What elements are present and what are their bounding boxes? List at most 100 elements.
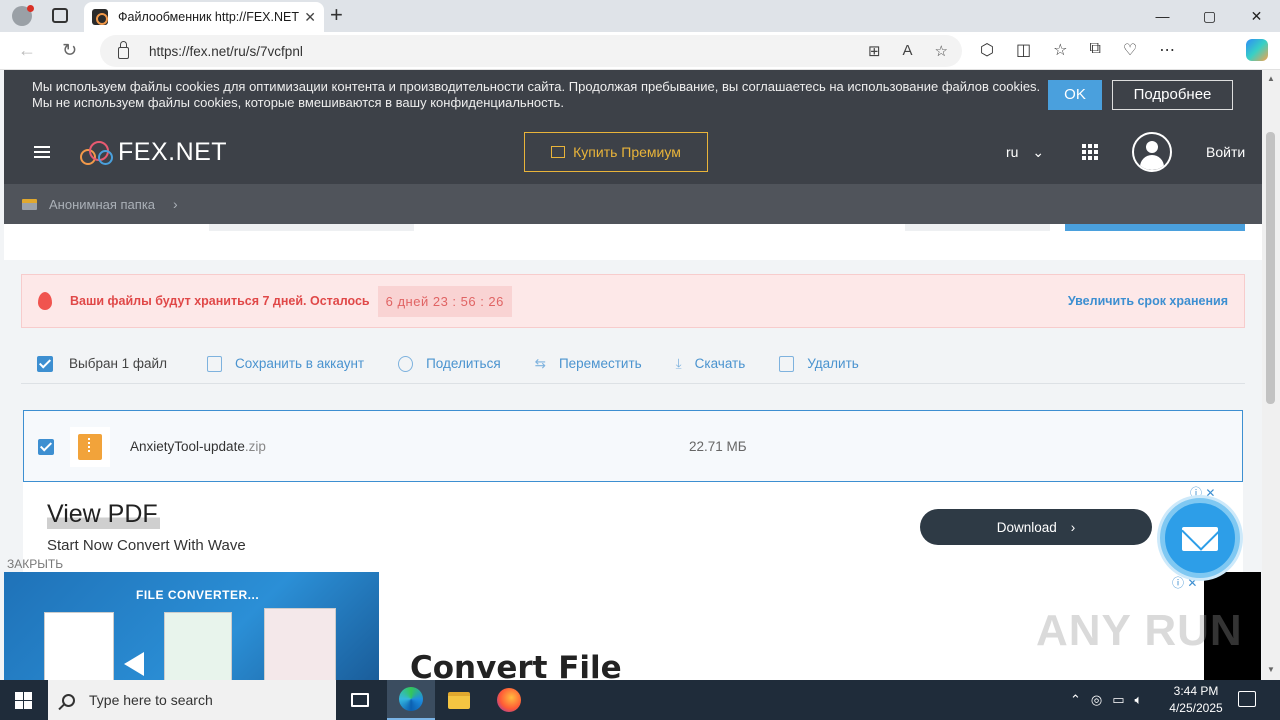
back-arrow-icon[interactable]: ← (18, 40, 36, 61)
apps-grid-icon[interactable] (1082, 144, 1098, 160)
breadcrumb-folder[interactable]: Анонимная папка (49, 197, 155, 212)
user-avatar-icon[interactable] (1132, 132, 1172, 172)
premium-label: Купить Премиум (573, 144, 681, 160)
zip-file-icon (70, 427, 110, 467)
collections-icon[interactable]: ⧉ (1089, 40, 1100, 60)
storage-warning-text: Ваши файлы будут храниться 7 дней. Остал… (70, 294, 370, 308)
file-row[interactable]: AnxietyTool-update.zip 22.71 МБ (23, 410, 1243, 482)
chevron-right-icon: › (173, 196, 178, 212)
search-placeholder: Type here to search (89, 692, 213, 708)
buy-premium-button[interactable]: Купить Премиум (524, 132, 708, 172)
share-button[interactable]: Поделиться (398, 355, 501, 372)
new-tab-button[interactable]: + (330, 4, 343, 26)
save-to-account-button[interactable]: Сохранить в аккаунт (206, 355, 365, 372)
gift-icon (551, 146, 566, 158)
read-aloud-icon[interactable]: A (903, 42, 913, 60)
address-bar[interactable]: https://fex.net/ru/s/7vcfpnl ⊞ A ☆ (100, 35, 962, 67)
app-available-icon[interactable]: ⊞ (868, 42, 881, 60)
close-window-button[interactable]: ✕ (1233, 0, 1280, 32)
minimize-button[interactable]: — (1139, 0, 1186, 32)
scroll-up-icon[interactable]: ▲ (1267, 74, 1275, 83)
volume-icon[interactable]: 🔈︎ (1135, 692, 1143, 708)
file-explorer-icon (448, 691, 470, 709)
file-actions-bar: Выбран 1 файл Сохранить в аккаунт Подели… (21, 344, 1245, 384)
refresh-icon[interactable]: ↻ (62, 40, 77, 61)
ad-banner-text: FILE CONVERTER... (136, 588, 260, 602)
delete-button[interactable]: Удалить (779, 355, 859, 372)
toolbar-strip (4, 224, 1262, 260)
favorites-icon[interactable]: ☆ (1053, 40, 1067, 60)
mail-envelope-icon[interactable] (1160, 498, 1240, 578)
language-select[interactable]: ru ⌄ (1006, 144, 1044, 161)
cookie-more-button[interactable]: Подробнее (1112, 80, 1233, 110)
ad-close-link[interactable]: ЗАКРЫТЬ (7, 557, 63, 571)
delete-label: Удалить (807, 356, 859, 371)
move-button[interactable]: ⇆ Переместить (535, 356, 642, 372)
edge-icon (399, 687, 423, 711)
windows-taskbar: Type here to search ⌃ ◎ ▭ 🔈︎ 3:44 PM 4/2… (0, 680, 1280, 720)
scrollbar-thumb[interactable] (1266, 132, 1275, 404)
move-arrows-icon: ⇆ (534, 355, 546, 371)
clock-date: 4/25/2025 (1169, 701, 1223, 715)
site-logo[interactable]: FEX.NET (80, 138, 227, 167)
security-icon[interactable]: ◎ (1091, 692, 1102, 708)
ad-headline[interactable]: View PDF (47, 500, 160, 529)
menu-icon[interactable] (34, 146, 50, 158)
split-screen-icon[interactable]: ◫ (1016, 40, 1031, 60)
language-value: ru (1006, 144, 1019, 160)
window-controls: — ▢ ✕ (1139, 0, 1280, 32)
lock-icon[interactable] (118, 41, 129, 59)
ad-banner-pdf[interactable]: View PDF Start Now Convert With Wave Dow… (23, 482, 1243, 572)
cookie-banner: Мы используем файлы cookies для оптимиза… (4, 70, 1262, 120)
more-menu-icon[interactable]: ⋯ (1159, 40, 1175, 60)
taskbar-explorer[interactable] (435, 680, 483, 720)
browser-tab-active[interactable]: Файлообменник http://FEX.NET ✕ (84, 2, 324, 32)
taskbar-edge[interactable] (387, 680, 435, 720)
taskbar-search[interactable]: Type here to search (48, 680, 336, 720)
ad-subline[interactable]: Start Now Convert With Wave (47, 537, 246, 554)
download-button[interactable]: ⤓ Скачать (676, 356, 746, 372)
system-tray: ⌃ ◎ ▭ 🔈︎ (1070, 680, 1142, 720)
copilot-icon[interactable] (1246, 39, 1268, 61)
trash-icon (779, 355, 795, 372)
browser-essentials-icon[interactable]: ♡ (1123, 40, 1137, 60)
clock-time: 3:44 PM (1173, 684, 1219, 698)
share-icon (398, 355, 414, 372)
download-icon: ⤓ (675, 355, 682, 371)
download-label: Скачать (694, 356, 746, 371)
anyrun-watermark: ANY RUN (1036, 606, 1243, 655)
maximize-button[interactable]: ▢ (1186, 0, 1233, 32)
windows-start-icon[interactable] (15, 692, 32, 709)
chevron-down-icon: ⌄ (1032, 144, 1045, 160)
file-size: 22.71 МБ (689, 439, 747, 454)
notifications-icon[interactable] (1238, 691, 1256, 707)
move-label: Переместить (558, 356, 642, 371)
favorite-star-icon[interactable]: ☆ (935, 42, 948, 60)
url-text[interactable]: https://fex.net/ru/s/7vcfpnl (149, 44, 303, 59)
browser-tab-bar: Файлообменник http://FEX.NET ✕ + — ▢ ✕ (0, 0, 1280, 32)
login-link[interactable]: Войти (1206, 144, 1245, 160)
ad-image[interactable]: FILE CONVERTER... (4, 572, 379, 680)
network-icon[interactable]: ▭ (1112, 692, 1124, 708)
file-name[interactable]: AnxietyTool-update.zip (130, 439, 266, 454)
task-view-icon (351, 693, 369, 707)
extensions-icon[interactable]: ⬡ (980, 40, 994, 60)
select-all-checkbox[interactable] (37, 355, 53, 372)
scroll-down-icon[interactable]: ▼ (1267, 665, 1275, 674)
file-extension: .zip (244, 439, 266, 454)
extend-storage-link[interactable]: Увеличить срок хранения (1068, 294, 1228, 308)
ad-download-button[interactable]: Download › (920, 509, 1152, 545)
save-label: Сохранить в аккаунт (234, 356, 365, 371)
profile-icon[interactable] (12, 5, 34, 26)
file-checkbox[interactable] (38, 439, 54, 455)
tab-actions-icon[interactable] (52, 8, 68, 23)
page-scrollbar[interactable]: ▲ ▼ (1262, 70, 1280, 680)
clock[interactable]: 3:44 PM 4/25/2025 (1166, 683, 1226, 717)
taskbar-firefox[interactable] (485, 680, 533, 720)
ad-converter-headline[interactable]: Convert File (410, 650, 622, 680)
tab-close-icon[interactable]: ✕ (304, 9, 316, 26)
cookie-ok-button[interactable]: OK (1048, 80, 1102, 110)
task-view-button[interactable] (336, 680, 384, 720)
fex-cloud-logo-icon (80, 140, 114, 165)
chevron-up-icon[interactable]: ⌃ (1070, 692, 1081, 708)
